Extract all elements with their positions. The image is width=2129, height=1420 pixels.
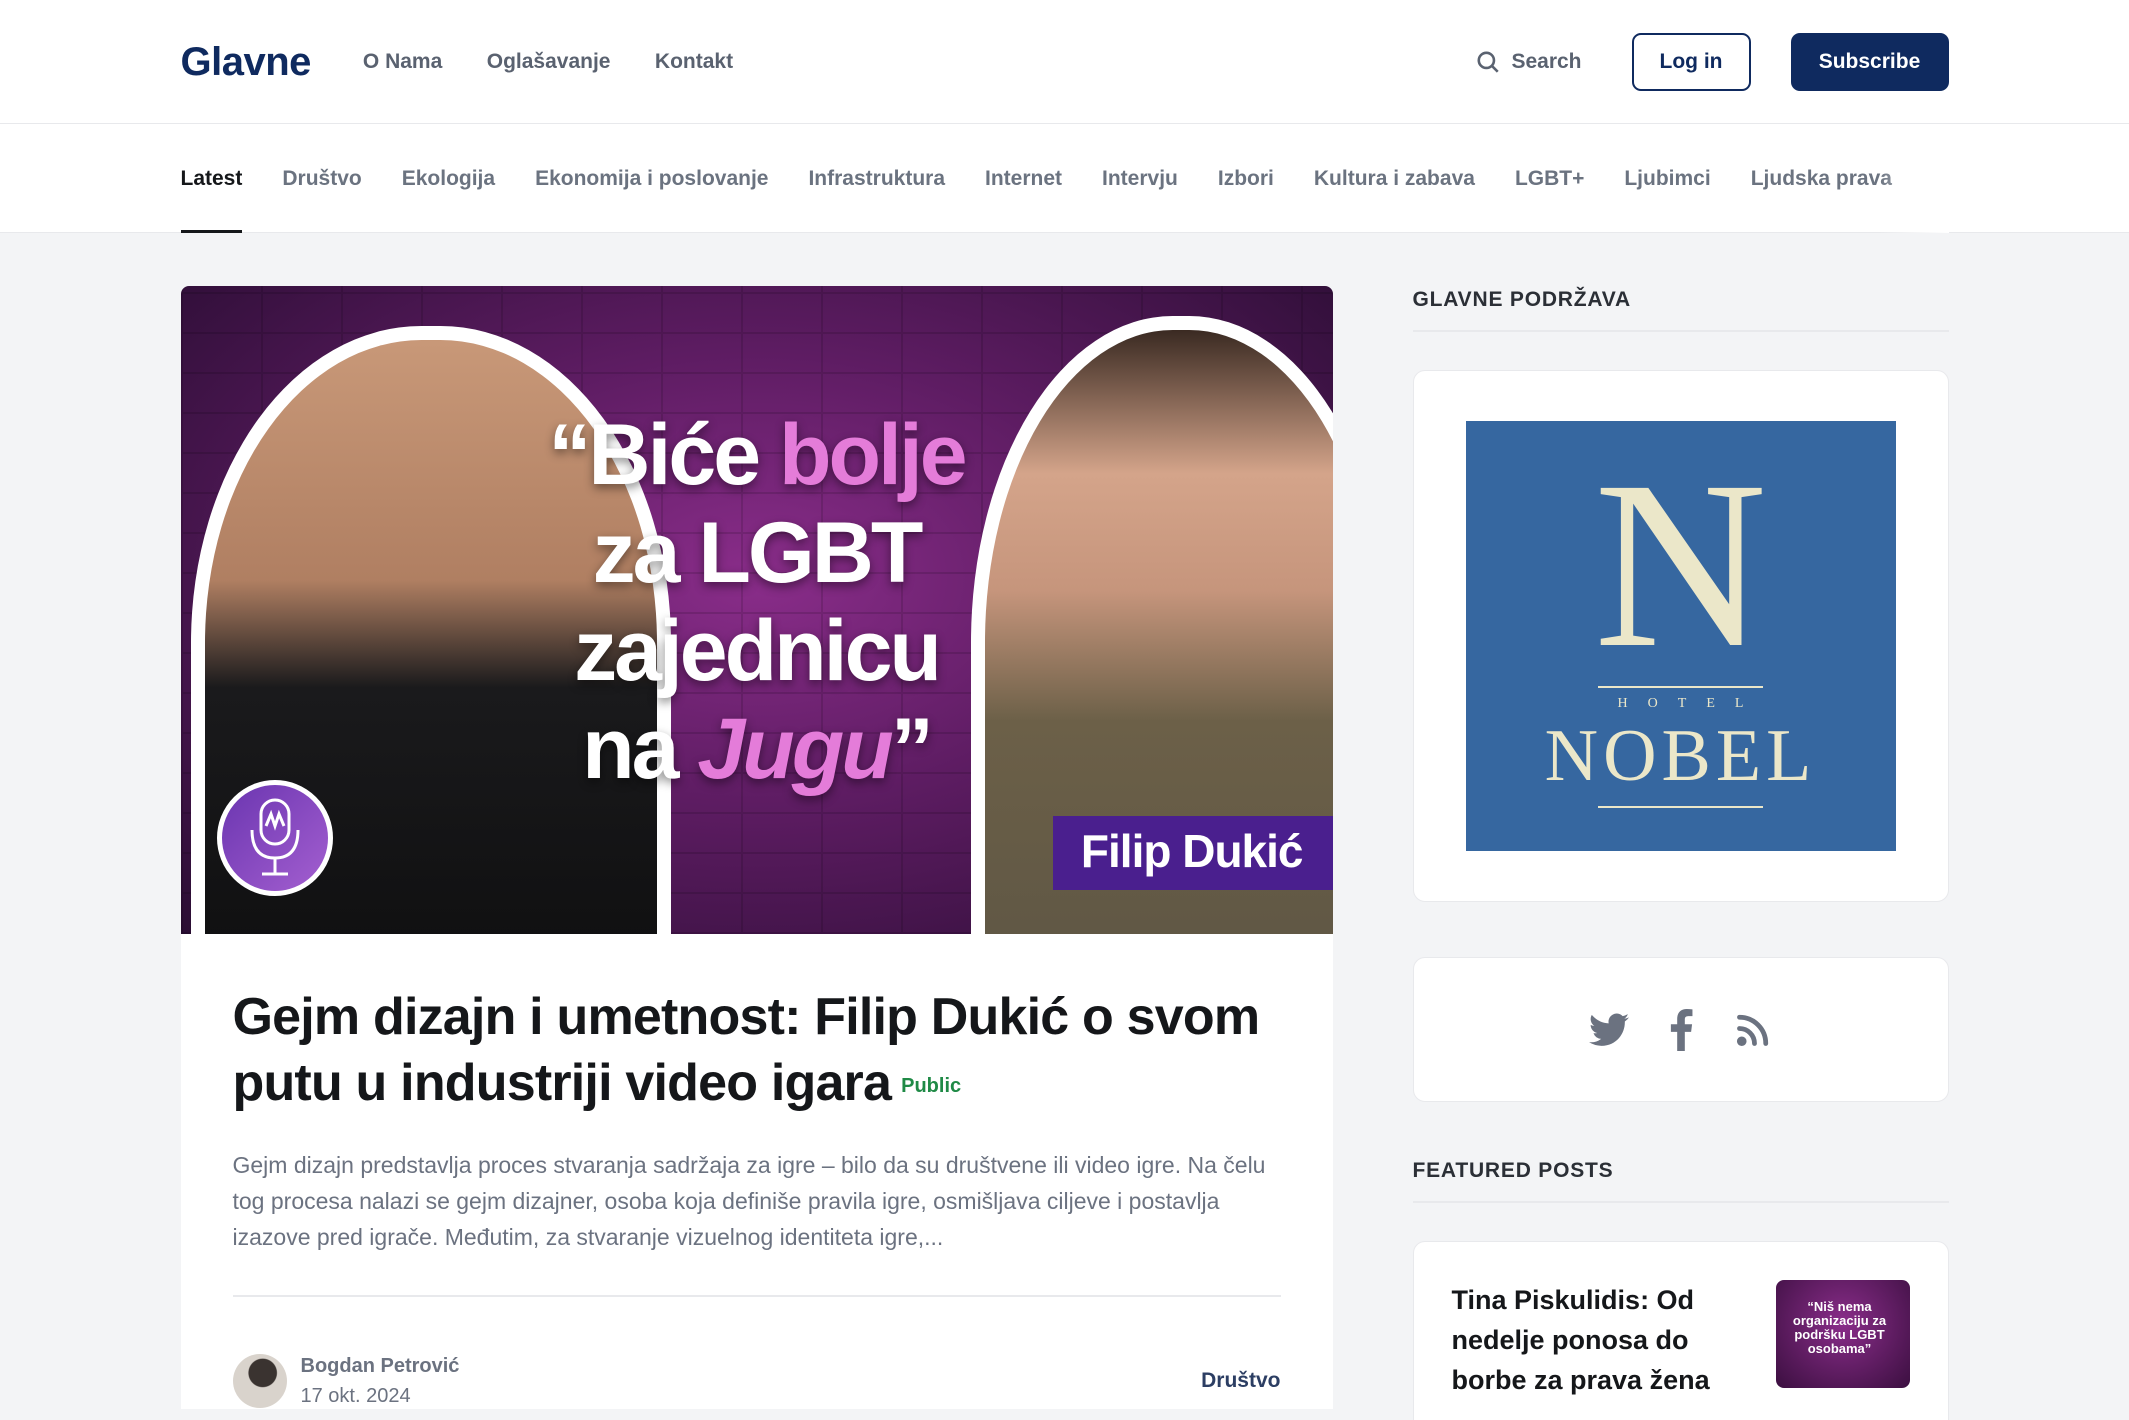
sidebar: GLAVNE PODRŽAVA N HOTEL NOBEL FEATURED P… bbox=[1412, 286, 1949, 1420]
hero-quote: “Biće bolje za LGBT zajednicu na Jugu” bbox=[181, 406, 1333, 798]
quote-line1-b: bolje bbox=[778, 407, 968, 503]
nav-link-oglasavanje[interactable]: Oglašavanje bbox=[487, 50, 611, 73]
visibility-badge: Public bbox=[901, 1075, 962, 1098]
quote-line4-c: ” bbox=[890, 701, 934, 797]
sponsor-logo-small: HOTEL bbox=[1617, 696, 1764, 711]
top-nav: O Nama Oglašavanje Kontakt bbox=[363, 50, 773, 74]
category-tab-ekologija[interactable]: Ekologija bbox=[402, 124, 495, 233]
post-hero-image[interactable]: “Biće bolje za LGBT zajednicu na Jugu” F… bbox=[180, 286, 1333, 934]
featured-thumb-text: “Niš nema organizaciju za podršku LGBT o… bbox=[1792, 1299, 1887, 1356]
quote-line1-a: “Biće bbox=[548, 407, 779, 503]
category-tab-lgbt[interactable]: LGBT+ bbox=[1515, 124, 1584, 233]
category-tab-internet[interactable]: Internet bbox=[985, 124, 1062, 233]
featured-post-card[interactable]: “Biće bolje za LGBT zajednicu na Jugu” F… bbox=[180, 286, 1333, 1409]
category-tab-intervju[interactable]: Intervju bbox=[1102, 124, 1178, 233]
nav-link-kontakt[interactable]: Kontakt bbox=[655, 50, 733, 73]
category-tab-infrastruktura[interactable]: Infrastruktura bbox=[808, 124, 945, 233]
main-content: “Biće bolje za LGBT zajednicu na Jugu” F… bbox=[180, 233, 1949, 1420]
rss-icon[interactable] bbox=[1732, 1009, 1774, 1051]
quote-line4-b: Jugu bbox=[697, 701, 893, 797]
author-avatar[interactable] bbox=[232, 1354, 287, 1409]
facebook-icon[interactable] bbox=[1660, 1008, 1702, 1051]
search-label: Search bbox=[1511, 50, 1582, 73]
category-tab-ekonomija[interactable]: Ekonomija i poslovanje bbox=[535, 124, 768, 233]
featured-post-title[interactable]: Tina Piskulidis: Od nedelje ponosa do bo… bbox=[1452, 1280, 1752, 1420]
quote-line4-a: na bbox=[582, 701, 698, 797]
microphone-icon bbox=[250, 798, 299, 876]
category-tab-latest[interactable]: Latest bbox=[180, 124, 242, 233]
search-button[interactable]: Search bbox=[1475, 49, 1582, 75]
sponsor-heading: GLAVNE PODRŽAVA bbox=[1412, 286, 1949, 332]
search-icon bbox=[1477, 51, 1500, 73]
featured-post-item[interactable]: Tina Piskulidis: Od nedelje ponosa do bo… bbox=[1412, 1241, 1949, 1420]
social-links-card bbox=[1412, 957, 1949, 1102]
quote-line2: za LGBT bbox=[592, 505, 924, 601]
site-header: Glavne O Nama Oglašavanje Kontakt Search… bbox=[0, 0, 2129, 124]
category-tab-ljudska-prava[interactable]: Ljudska prava bbox=[1751, 124, 1892, 233]
subscribe-button[interactable]: Subscribe bbox=[1790, 33, 1949, 91]
post-category-tag[interactable]: Društvo bbox=[1201, 1369, 1280, 1393]
post-title[interactable]: Gejm dizajn i umetnost: Filip Dukić o sv… bbox=[233, 984, 1281, 1119]
featured-post-thumbnail[interactable]: “Niš nema organizaciju za podršku LGBT o… bbox=[1775, 1280, 1910, 1388]
category-tab-ljubimci[interactable]: Ljubimci bbox=[1624, 124, 1710, 233]
podcast-badge bbox=[216, 780, 333, 896]
sponsor-logo-rule-bottom bbox=[1598, 806, 1763, 808]
featured-heading: FEATURED POSTS bbox=[1412, 1157, 1949, 1203]
post-excerpt: Gejm dizajn predstavlja proces stvaranja… bbox=[232, 1152, 1266, 1251]
post-date: 17 okt. 2024 bbox=[300, 1385, 411, 1408]
post-title-text: Gejm dizajn i umetnost: Filip Dukić o sv… bbox=[232, 988, 1261, 1112]
post-body: Gejm dizajn i umetnost: Filip Dukić o sv… bbox=[181, 934, 1333, 1409]
sponsor-card[interactable]: N HOTEL NOBEL bbox=[1412, 370, 1949, 902]
hero-name-tag: Filip Dukić bbox=[1052, 816, 1333, 890]
category-tab-kultura[interactable]: Kultura i zabava bbox=[1314, 124, 1475, 233]
category-tab-drustvo[interactable]: Društvo bbox=[282, 124, 361, 233]
category-bar: Latest Društvo Ekologija Ekonomija i pos… bbox=[0, 124, 2129, 233]
post-meta: Bogdan Petrović 17 okt. 2024 Društvo bbox=[232, 1351, 1281, 1409]
sponsor-logo-initial: N bbox=[1593, 431, 1768, 697]
category-fade bbox=[1878, 124, 1949, 233]
sponsor-logo-rule-top bbox=[1598, 686, 1763, 688]
twitter-icon[interactable] bbox=[1588, 1009, 1630, 1051]
sponsor-logo-name: NOBEL bbox=[1544, 715, 1817, 797]
post-divider bbox=[232, 1295, 1281, 1298]
category-tab-izbori[interactable]: Izbori bbox=[1218, 124, 1274, 233]
quote-line3: zajednicu bbox=[574, 603, 942, 699]
nav-link-o-nama[interactable]: O Nama bbox=[363, 50, 442, 73]
site-logo[interactable]: Glavne bbox=[181, 40, 312, 85]
sponsor-logo[interactable]: N HOTEL NOBEL bbox=[1465, 421, 1896, 851]
login-button[interactable]: Log in bbox=[1631, 33, 1751, 91]
author-name[interactable]: Bogdan Petrović bbox=[301, 1351, 460, 1381]
